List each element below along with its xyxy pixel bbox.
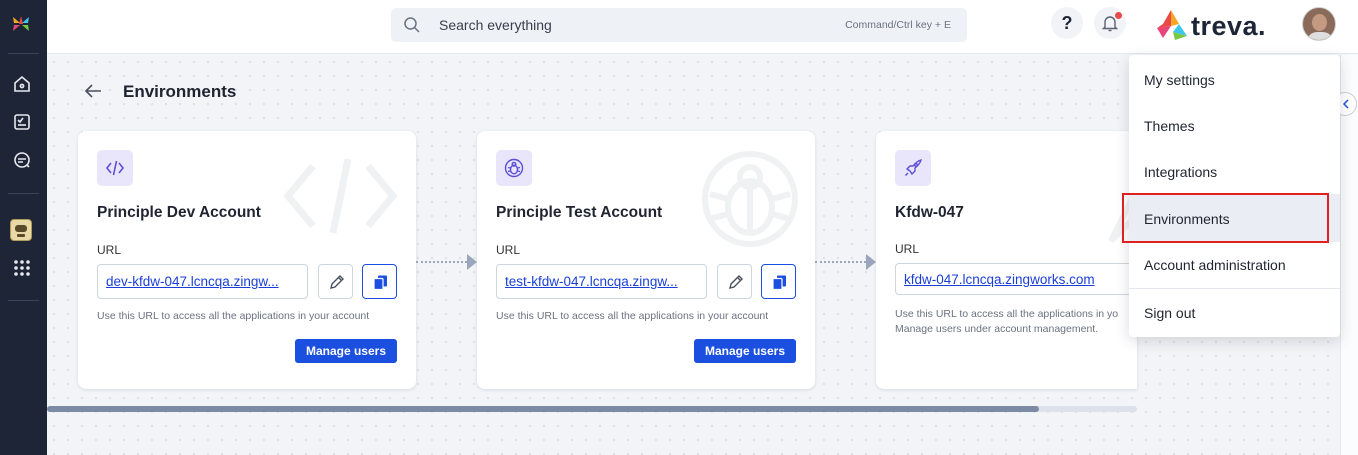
notification-badge <box>1115 12 1122 19</box>
copy-url-button[interactable] <box>761 264 796 299</box>
app-logo-icon[interactable] <box>11 14 31 34</box>
sidebar-divider <box>8 193 39 194</box>
chevron-left-icon <box>1342 99 1349 109</box>
connector-arrow-icon <box>467 254 477 270</box>
apps-grid-icon[interactable] <box>12 258 32 278</box>
environment-card-test: Principle Test Account URL test-kfdw-047… <box>477 131 815 389</box>
url-label: URL <box>496 243 521 257</box>
help-icon: ? <box>1061 13 1073 33</box>
url-help-text: Use this URL to access all the applicati… <box>895 308 1119 335</box>
connector-arrow-icon <box>866 254 876 270</box>
copy-icon <box>373 275 387 291</box>
manage-users-button[interactable]: Manage users <box>694 339 796 363</box>
notifications-button[interactable] <box>1094 7 1126 39</box>
url-help-text: Use this URL to access all the applicati… <box>496 310 769 322</box>
left-sidebar <box>0 0 47 455</box>
tasks-icon[interactable] <box>12 112 32 132</box>
selection-highlight <box>1122 193 1329 243</box>
scrollbar-thumb[interactable] <box>47 406 1039 412</box>
edit-url-button[interactable] <box>717 264 752 299</box>
menu-item-my-settings[interactable]: My settings <box>1129 56 1340 102</box>
sidebar-divider <box>8 300 39 301</box>
back-arrow-icon[interactable] <box>82 80 104 102</box>
url-label: URL <box>895 242 920 256</box>
help-button[interactable]: ? <box>1051 7 1083 39</box>
treva-logo-icon <box>1157 10 1187 40</box>
sidebar-divider <box>8 53 39 54</box>
chat-icon[interactable] <box>12 150 32 170</box>
bug-watermark-icon <box>702 151 798 247</box>
url-field: kfdw-047.lcncqa.zingworks.com <box>895 263 1135 295</box>
environment-url-link[interactable]: kfdw-047.lcncqa.zingworks.com <box>904 272 1130 287</box>
brand-name: treva. <box>1191 11 1267 41</box>
home-icon[interactable] <box>12 74 32 94</box>
search-input[interactable] <box>439 8 799 42</box>
url-field: dev-kfdw-047.lcncqa.zingw... <box>97 264 308 299</box>
manage-users-button[interactable]: Manage users <box>295 339 397 363</box>
page-title: Environments <box>123 82 237 101</box>
user-avatar[interactable] <box>1302 7 1336 41</box>
search-icon <box>404 17 420 33</box>
menu-item-sign-out[interactable]: Sign out <box>1129 289 1340 335</box>
url-help-text: Use this URL to access all the applicati… <box>97 310 370 322</box>
copy-icon <box>772 275 786 291</box>
workspace-avatar[interactable] <box>10 219 32 241</box>
menu-item-account-administration[interactable]: Account administration <box>1129 241 1340 287</box>
url-label: URL <box>97 243 122 257</box>
horizontal-scrollbar[interactable] <box>47 406 1137 412</box>
bug-icon <box>504 158 524 178</box>
code-icon <box>105 160 125 176</box>
pencil-icon <box>330 275 344 289</box>
menu-item-integrations[interactable]: Integrations <box>1129 148 1340 194</box>
edit-url-button[interactable] <box>318 264 353 299</box>
environment-icon-tile <box>895 150 931 186</box>
url-field: test-kfdw-047.lcncqa.zingw... <box>496 264 707 299</box>
environment-connector <box>815 261 866 263</box>
menu-item-themes[interactable]: Themes <box>1129 102 1340 148</box>
environment-card-production: Kfdw-047 URL kfdw-047.lcncqa.zingworks.c… <box>876 131 1137 389</box>
pencil-icon <box>729 275 743 289</box>
environment-icon-tile <box>97 150 133 186</box>
rocket-icon <box>905 159 922 176</box>
environment-name: Principle Dev Account <box>97 204 261 221</box>
search-shortcut-hint: Command/Ctrl key + E <box>845 19 951 31</box>
environment-card-dev: Principle Dev Account URL dev-kfdw-047.l… <box>78 131 416 389</box>
environment-name: Principle Test Account <box>496 204 663 221</box>
environment-name: Kfdw-047 <box>895 204 964 221</box>
environment-icon-tile <box>496 150 532 186</box>
environment-url-link[interactable]: dev-kfdw-047.lcncqa.zingw... <box>106 274 301 289</box>
environment-connector <box>416 261 467 263</box>
environment-url-link[interactable]: test-kfdw-047.lcncqa.zingw... <box>505 274 700 289</box>
copy-url-button[interactable] <box>362 264 397 299</box>
code-watermark-icon <box>283 158 398 234</box>
search-bar[interactable]: Command/Ctrl key + E <box>391 8 967 42</box>
